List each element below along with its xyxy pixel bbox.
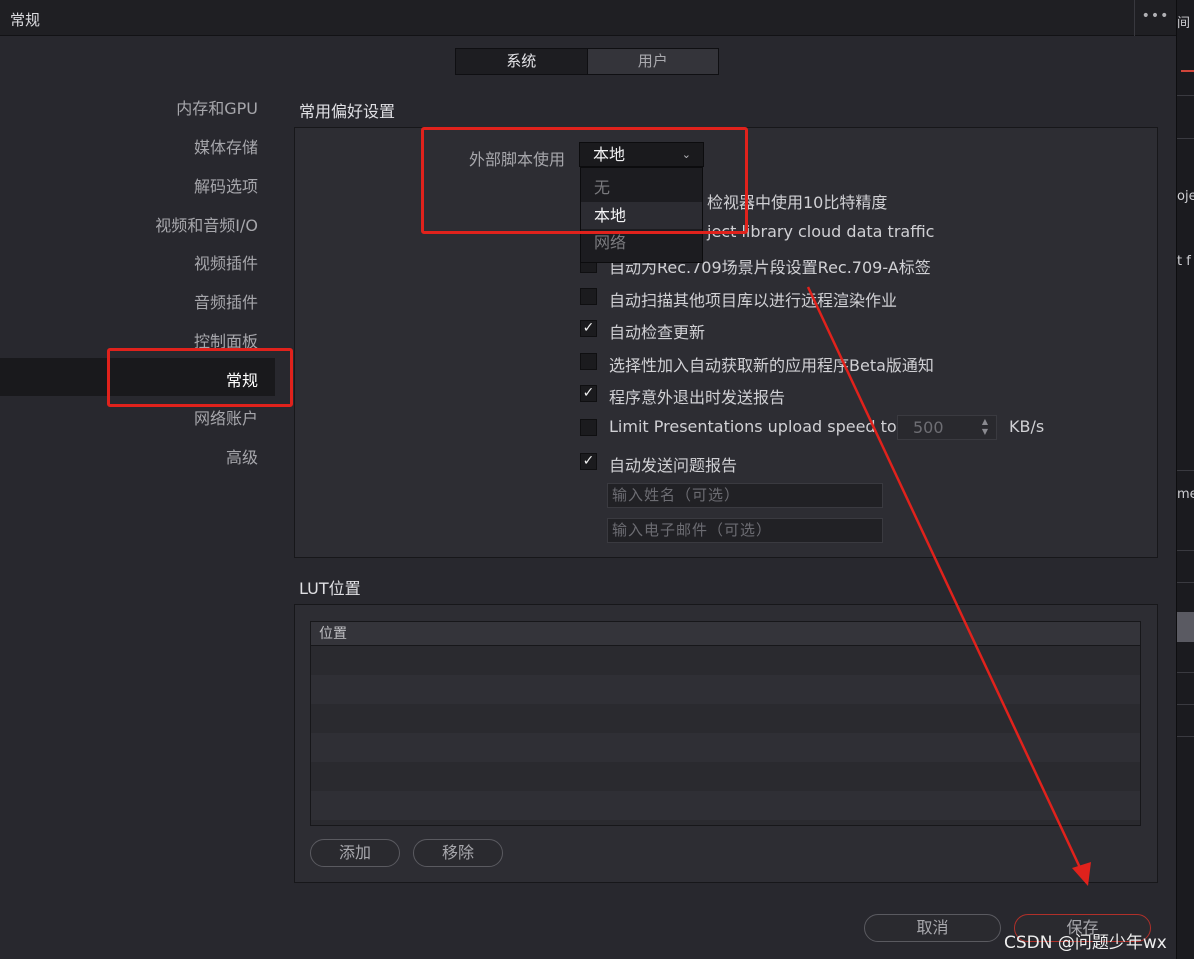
sidebar-item-audio-plugins[interactable]: 音频插件 xyxy=(194,289,258,313)
option-label: Limit Presentations upload speed to xyxy=(609,417,897,436)
background-text: t f xyxy=(1177,254,1191,269)
option-checkbox[interactable] xyxy=(580,353,597,370)
table-row[interactable] xyxy=(311,704,1140,733)
lut-section-title: LUT位置 xyxy=(299,579,361,598)
preferences-tabs: 系统 用户 xyxy=(455,48,719,75)
background-divider xyxy=(1177,736,1194,737)
tab-user[interactable]: 用户 xyxy=(588,49,719,74)
background-accent xyxy=(1181,70,1194,72)
lut-location-table: 位置 xyxy=(310,621,1141,826)
background-divider xyxy=(1177,550,1194,551)
general-section-title: 常用偏好设置 xyxy=(299,102,396,121)
title-bar: 常规 ••• xyxy=(0,0,1176,36)
background-app-strip: 间 oje t f me xyxy=(1176,0,1194,959)
background-divider xyxy=(1177,95,1194,96)
email-field[interactable]: 输入电子邮件（可选） xyxy=(607,518,883,543)
option-label: 程序意外退出时发送报告 xyxy=(609,388,786,407)
ellipsis-icon: ••• xyxy=(1141,8,1170,24)
background-divider xyxy=(1177,582,1194,583)
background-text: oje xyxy=(1177,189,1194,204)
option-label: 选择性加入自动获取新的应用程序Beta版通知 xyxy=(609,356,934,375)
option-checkbox[interactable]: ✓ xyxy=(580,320,597,337)
remove-lut-button[interactable]: 移除 xyxy=(413,839,503,867)
sidebar-item-video-audio-io[interactable]: 视频和音频I/O xyxy=(155,212,258,236)
sidebar-item-memory-gpu[interactable]: 内存和GPU xyxy=(176,95,258,119)
add-lut-button[interactable]: 添加 xyxy=(310,839,400,867)
background-text: me xyxy=(1177,487,1194,502)
name-field[interactable]: 输入姓名（可选） xyxy=(607,483,883,508)
sidebar-item-network-accounts[interactable]: 网络账户 xyxy=(194,405,258,429)
table-row[interactable] xyxy=(311,762,1140,791)
background-divider xyxy=(1177,704,1194,705)
watermark: CSDN @问题少年wx xyxy=(1004,933,1167,953)
cancel-button[interactable]: 取消 xyxy=(864,914,1001,942)
checkmark-icon: ✓ xyxy=(582,385,595,401)
stepper-arrows-icon[interactable]: ▲ ▼ xyxy=(982,417,988,437)
option-label: 自动发送问题报告 xyxy=(609,456,738,475)
option-checkbox[interactable] xyxy=(580,288,597,305)
sidebar-item-decode-options[interactable]: 解码选项 xyxy=(194,173,258,197)
tab-system[interactable]: 系统 xyxy=(456,49,588,74)
background-divider xyxy=(1177,138,1194,139)
checkmark-icon: ✓ xyxy=(582,320,595,336)
option-label: 自动检查更新 xyxy=(609,323,706,342)
table-row[interactable] xyxy=(311,791,1140,820)
more-options-button[interactable]: ••• xyxy=(1134,0,1176,36)
annotation-box-external-script xyxy=(421,127,748,234)
option-checkbox[interactable] xyxy=(580,419,597,436)
table-row[interactable] xyxy=(311,646,1140,675)
option-checkbox[interactable]: ✓ xyxy=(580,385,597,402)
upload-speed-stepper[interactable]: 500 ▲ ▼ xyxy=(897,415,997,440)
column-header-location[interactable]: 位置 xyxy=(311,622,1140,646)
upload-speed-value: 500 xyxy=(913,418,944,437)
table-row[interactable] xyxy=(311,733,1140,762)
sidebar-item-advanced[interactable]: 高级 xyxy=(226,444,258,468)
option-label: 自动扫描其他项目库以进行远程渲染作业 xyxy=(609,291,898,310)
table-row[interactable] xyxy=(311,675,1140,704)
upload-speed-unit: KB/s xyxy=(1009,417,1045,436)
sidebar-item-media-storage[interactable]: 媒体存储 xyxy=(194,134,258,158)
option-checkbox[interactable]: ✓ xyxy=(580,453,597,470)
checkmark-icon: ✓ xyxy=(582,453,595,469)
background-divider xyxy=(1177,470,1194,471)
background-highlight xyxy=(1177,612,1194,642)
annotation-box-general xyxy=(107,348,293,407)
background-text: 间 xyxy=(1177,16,1191,31)
sidebar-item-video-plugins[interactable]: 视频插件 xyxy=(194,250,258,274)
background-divider xyxy=(1177,672,1194,673)
window-title: 常规 xyxy=(10,11,41,29)
